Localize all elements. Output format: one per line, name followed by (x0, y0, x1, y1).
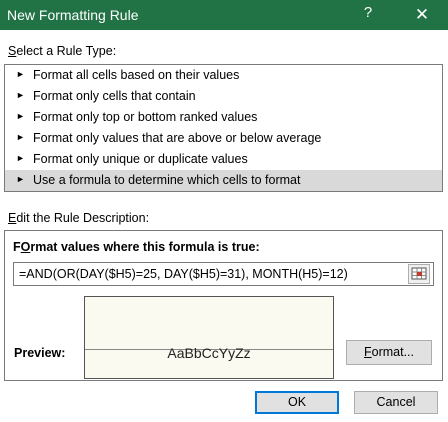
ok-button[interactable]: OK (255, 391, 339, 414)
rule-type-item[interactable]: ► Format only cells that contain (5, 86, 442, 107)
close-button[interactable]: ✕ (410, 3, 434, 27)
formula-value: =AND(OR(DAY($H5)=25, DAY($H5)=31), MONTH… (19, 267, 348, 281)
triangle-icon: ► (16, 111, 25, 121)
formula-heading: FOrmat values where this formula is true… (13, 240, 260, 254)
range-select-icon (411, 267, 427, 280)
rule-type-item[interactable]: ► Format only top or bottom ranked value… (5, 107, 442, 128)
preview-box (84, 296, 334, 379)
rule-description-label: Edit the Rule Description: (8, 211, 150, 225)
rule-type-label: Select a Rule Type: (8, 44, 117, 58)
triangle-icon: ► (16, 174, 25, 184)
triangle-icon: ► (16, 132, 25, 142)
triangle-icon: ► (16, 90, 25, 100)
title-bar: New Formatting Rule ? ✕ (0, 0, 448, 30)
rule-type-item-selected[interactable]: ► Use a formula to determine which cells… (5, 170, 442, 191)
rule-type-list[interactable]: ► Format all cells based on their values… (4, 64, 443, 192)
dialog-title: New Formatting Rule (7, 7, 139, 23)
help-button[interactable]: ? (360, 4, 376, 24)
preview-label: Preview: (14, 346, 66, 360)
triangle-icon: ► (16, 153, 25, 163)
rule-type-item[interactable]: ► Format only unique or duplicate values (5, 149, 442, 170)
preview-sample-text: AaBbCcYyZz (167, 345, 251, 361)
formula-input[interactable]: =AND(OR(DAY($H5)=25, DAY($H5)=31), MONTH… (13, 262, 434, 286)
rule-type-item[interactable]: ► Format all cells based on their values (5, 65, 442, 86)
cancel-button[interactable]: Cancel (354, 391, 438, 414)
collapse-dialog-button[interactable] (408, 264, 430, 284)
triangle-icon: ► (16, 69, 25, 79)
format-button[interactable]: Format... (346, 340, 432, 365)
rule-type-item[interactable]: ► Format only values that are above or b… (5, 128, 442, 149)
